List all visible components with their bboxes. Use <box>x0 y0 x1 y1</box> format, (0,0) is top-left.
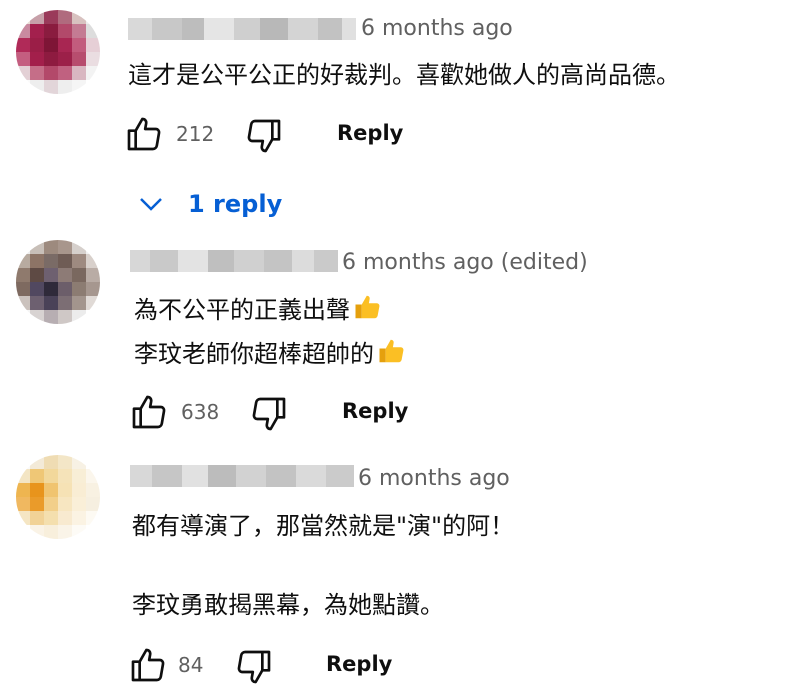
comment-text-line-2: 李玟老師你超棒超帥的 <box>134 336 408 371</box>
thumb-down-icon[interactable] <box>249 394 289 434</box>
author-name-redacted[interactable] <box>128 18 356 40</box>
like-count: 638 <box>181 400 220 424</box>
comment-thread-1: 6 months ago 這才是公平公正的好裁判。喜歡她做人的高尚品德。 212… <box>0 0 800 230</box>
comment-timestamp[interactable]: 6 months ago <box>361 15 513 43</box>
chevron-down-icon <box>140 198 162 211</box>
comment-text: 都有導演了，那當然就是"演"的阿！ <box>132 512 515 540</box>
thumbs-up-emoji <box>379 339 404 363</box>
thumbs-up-emoji <box>355 295 380 319</box>
thumb-up-icon[interactable] <box>129 392 169 432</box>
comment-text: 李玟老師你超棒超帥的 <box>134 340 374 368</box>
comment-text-line-1: 為不公平的正義出聲 <box>134 292 384 327</box>
replies-count-label: 1 reply <box>188 190 283 218</box>
comment-actions: 638 Reply <box>129 392 429 436</box>
avatar[interactable] <box>16 455 100 539</box>
comment-text: 這才是公平公正的好裁判。喜歡她做人的高尚品德。 <box>128 61 680 89</box>
reply-button[interactable]: Reply <box>337 118 403 148</box>
comment-timestamp[interactable]: 6 months ago <box>358 465 510 493</box>
like-count: 84 <box>178 653 204 677</box>
author-name-redacted[interactable] <box>130 250 338 272</box>
comment-timestamp[interactable]: 6 months ago (edited) <box>342 249 588 277</box>
thumb-up-icon[interactable] <box>128 645 168 685</box>
comment-actions: 84 Reply <box>128 645 428 689</box>
avatar[interactable] <box>16 240 100 324</box>
comment-text: 為不公平的正義出聲 <box>134 296 350 324</box>
reply-button[interactable]: Reply <box>326 649 392 679</box>
thumb-down-icon[interactable] <box>234 647 274 687</box>
comment-thread-3: 6 months ago 都有導演了，那當然就是"演"的阿！ 李玟勇敢揭黑幕，為… <box>0 445 800 695</box>
author-name-redacted[interactable] <box>130 465 354 487</box>
avatar[interactable] <box>16 10 100 94</box>
like-count: 212 <box>176 122 215 146</box>
thumb-up-icon[interactable] <box>124 114 164 154</box>
reply-button[interactable]: Reply <box>342 396 408 426</box>
comment-text: 李玟勇敢揭黑幕，為她點讚。 <box>132 591 444 619</box>
comment-actions: 212 Reply <box>124 114 424 158</box>
comment-thread-2: 6 months ago (edited) 為不公平的正義出聲 李玟老師你超棒超… <box>0 230 800 445</box>
thumb-down-icon[interactable] <box>244 116 284 156</box>
view-replies-button[interactable]: 1 reply <box>136 186 282 222</box>
